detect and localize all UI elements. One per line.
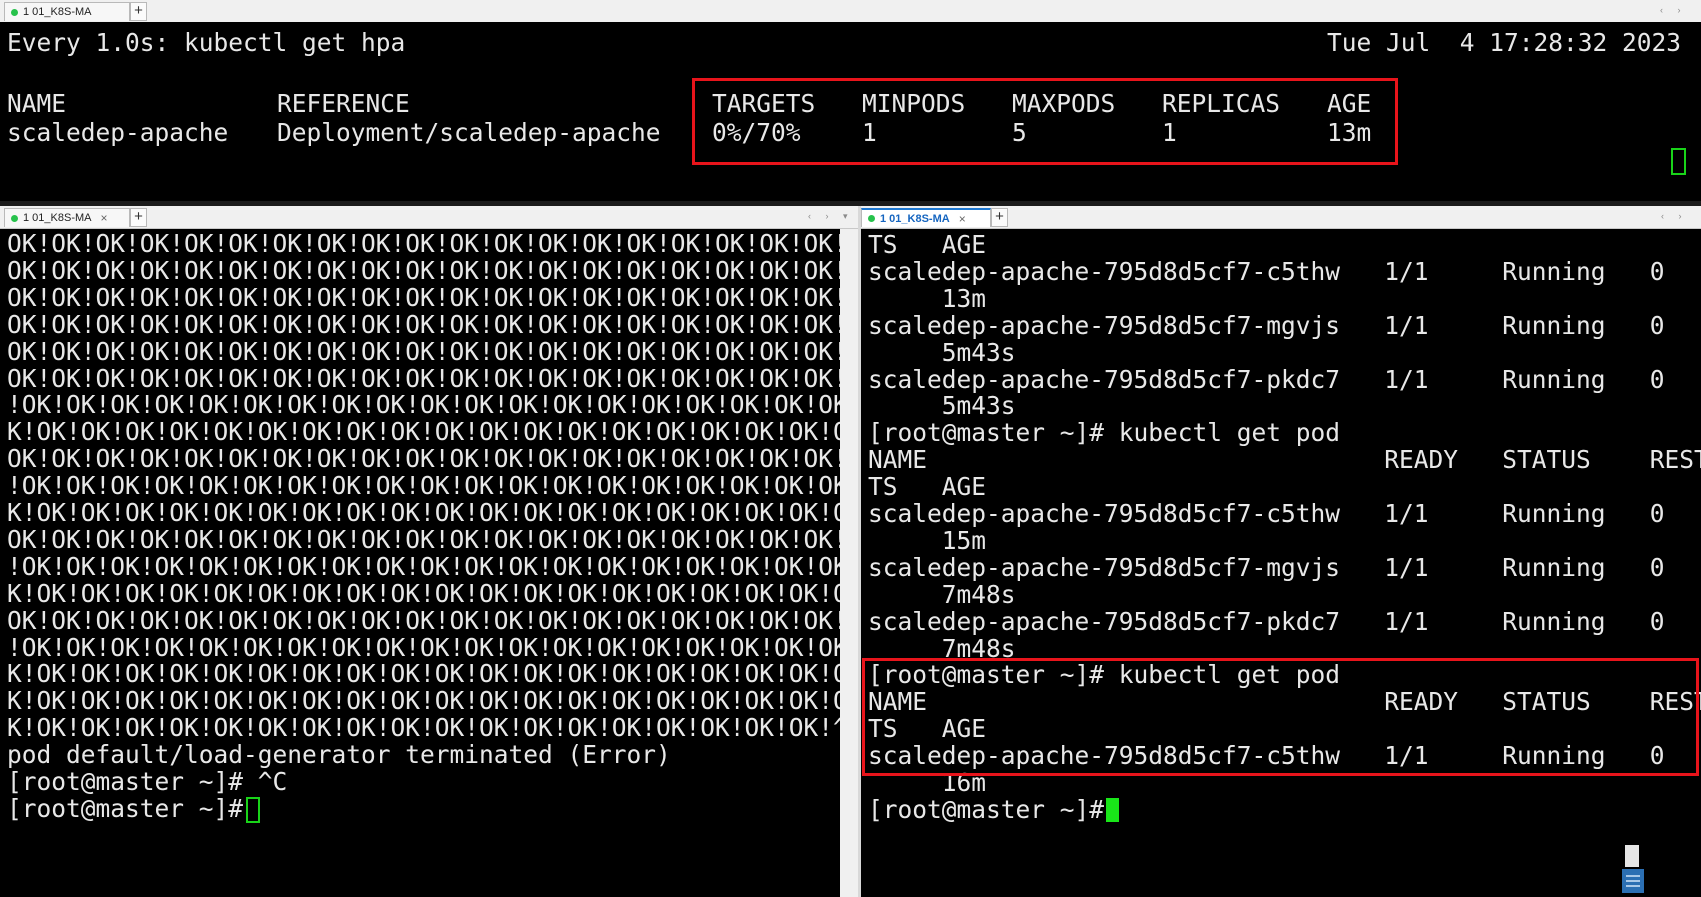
- terminal-line: NAME READY STATUS RESTAR: [868, 445, 1701, 475]
- terminal-line: K!OK!OK!OK!OK!OK!OK!OK!OK!OK!OK!OK!OK!OK…: [7, 417, 840, 447]
- notes-icon[interactable]: [1620, 845, 1646, 895]
- new-tab-plus-icon[interactable]: +: [991, 208, 1008, 227]
- scroll-tabs-icon[interactable]: ‹ ›: [1660, 5, 1687, 15]
- right-terminal[interactable]: TS AGE scaledep-apache-795d8d5cf7-c5thw 1…: [861, 229, 1701, 897]
- terminal-cursor: [246, 796, 260, 823]
- terminal-line: OK!OK!OK!OK!OK!OK!OK!OK!OK!OK!OK!OK!OK!O…: [7, 524, 840, 554]
- new-tab-plus-icon[interactable]: +: [130, 2, 147, 21]
- terminal-line: 13m: [868, 283, 987, 313]
- terminal-line: 5m43s: [868, 337, 1016, 367]
- terminal-line: K!OK!OK!OK!OK!OK!OK!OK!OK!OK!OK!OK!OK!OK…: [7, 713, 840, 743]
- terminal-line: !OK!OK!OK!OK!OK!OK!OK!OK!OK!OK!OK!OK!OK!…: [7, 390, 840, 420]
- terminal-cursor: [1671, 148, 1686, 175]
- terminal-line: K!OK!OK!OK!OK!OK!OK!OK!OK!OK!OK!OK!OK!OK…: [7, 686, 840, 716]
- terminal-line: 7m48s: [868, 579, 1016, 609]
- terminal-line: 5m43s: [868, 391, 1016, 421]
- left-terminal[interactable]: OK!OK!OK!OK!OK!OK!OK!OK!OK!OK!OK!OK!OK!O…: [0, 229, 840, 897]
- hpa-highlight-box: [692, 78, 1398, 165]
- terminal-line: OK!OK!OK!OK!OK!OK!OK!OK!OK!OK!OK!OK!OK!O…: [7, 229, 840, 258]
- terminal-line: scaledep-apache-795d8d5cf7-c5thw 1/1 Run…: [868, 256, 1665, 286]
- scroll-tabs-icon[interactable]: ‹ › ▾: [808, 211, 854, 222]
- terminal-line: !OK!OK!OK!OK!OK!OK!OK!OK!OK!OK!OK!OK!OK!…: [7, 632, 840, 662]
- tab-left-session[interactable]: 1 01_K8S-MA ×: [4, 208, 130, 227]
- terminal-line: K!OK!OK!OK!OK!OK!OK!OK!OK!OK!OK!OK!OK!OK…: [7, 659, 840, 689]
- top-tab-bar: 1 01_K8S-MA + ‹ ›: [0, 0, 1701, 23]
- terminal-line: K!OK!OK!OK!OK!OK!OK!OK!OK!OK!OK!OK!OK!OK…: [7, 498, 840, 527]
- terminal-line: pod default/load-generator terminated (E…: [7, 740, 671, 770]
- tab-status-dot-icon: [868, 215, 875, 222]
- terminal-line: OK!OK!OK!OK!OK!OK!OK!OK!OK!OK!OK!OK!OK!O…: [7, 282, 840, 312]
- terminal-line: scaledep-apache-795d8d5cf7-pkdc7 1/1 Run…: [868, 364, 1665, 394]
- terminal-line: scaledep-apache-795d8d5cf7-c5thw 1/1 Run…: [868, 499, 1665, 528]
- terminal-line: 15m: [868, 525, 987, 555]
- tab-right-session[interactable]: 1 01_K8S-MA ×: [861, 208, 991, 227]
- terminal-line: OK!OK!OK!OK!OK!OK!OK!OK!OK!OK!OK!OK!OK!O…: [7, 336, 840, 366]
- tab-top-session[interactable]: 1 01_K8S-MA: [4, 2, 130, 21]
- terminal-line: [root@master ~]# ^C: [7, 767, 288, 796]
- terminal-line: [root@master ~]#: [7, 793, 258, 823]
- new-tab-plus-icon[interactable]: +: [130, 208, 147, 227]
- tab-label: 1 01_K8S-MA: [23, 212, 92, 224]
- terminal-line: K!OK!OK!OK!OK!OK!OK!OK!OK!OK!OK!OK!OK!OK…: [7, 578, 840, 608]
- terminal-line: scaledep-apache-795d8d5cf7-pkdc7 1/1 Run…: [868, 606, 1665, 636]
- terminal-line: scaledep-apache-795d8d5cf7-mgvjs 1/1 Run…: [868, 552, 1665, 582]
- terminal-line: OK!OK!OK!OK!OK!OK!OK!OK!OK!OK!OK!OK!OK!O…: [7, 309, 840, 339]
- right-tab-bar: 1 01_K8S-MA × + ‹ ›: [861, 206, 1701, 229]
- terminal-line: [root@master ~]#: [868, 794, 1119, 824]
- terminal-line: !OK!OK!OK!OK!OK!OK!OK!OK!OK!OK!OK!OK!OK!…: [7, 471, 840, 501]
- tab-label: 1 01_K8S-MA: [23, 6, 92, 18]
- terminal-cursor: [1106, 797, 1119, 822]
- terminal-line: TS AGE: [868, 230, 987, 259]
- top-terminal[interactable]: Every 1.0s: kubectl get hpa Tue Jul 4 17…: [0, 22, 1701, 201]
- terminal-line: TS AGE: [868, 472, 987, 502]
- close-tab-icon[interactable]: ×: [100, 211, 107, 225]
- terminal-line: [root@master ~]# kubectl get pod: [868, 418, 1341, 448]
- left-terminal-scrollbar[interactable]: [840, 229, 858, 897]
- tab-status-dot-icon: [11, 8, 18, 16]
- terminal-line: !OK!OK!OK!OK!OK!OK!OK!OK!OK!OK!OK!OK!OK!…: [7, 551, 840, 581]
- col-name: NAME: [7, 89, 67, 118]
- tab-label: 1 01_K8S-MA: [880, 212, 950, 225]
- watch-timestamp: Tue Jul 4 17:28:32 2023: [1327, 28, 1682, 57]
- hpa-reference: Deployment/scaledep-apache: [277, 118, 661, 147]
- terminal-line: OK!OK!OK!OK!OK!OK!OK!OK!OK!OK!OK!OK!OK!O…: [7, 363, 840, 393]
- col-reference: REFERENCE: [277, 89, 410, 118]
- watch-header: Every 1.0s: kubectl get hpa: [7, 28, 406, 57]
- hpa-name: scaledep-apache: [7, 118, 229, 147]
- terminal-line: OK!OK!OK!OK!OK!OK!OK!OK!OK!OK!OK!OK!OK!O…: [7, 255, 840, 285]
- scroll-tabs-icon[interactable]: ‹ ›: [1661, 211, 1688, 221]
- terminal-line: scaledep-apache-795d8d5cf7-mgvjs 1/1 Run…: [868, 310, 1665, 340]
- pod-highlight-box: [862, 658, 1699, 777]
- left-tab-bar: 1 01_K8S-MA × + ‹ › ▾: [0, 206, 858, 229]
- terminal-line: OK!OK!OK!OK!OK!OK!OK!OK!OK!OK!OK!OK!OK!O…: [7, 605, 840, 635]
- terminal-line: OK!OK!OK!OK!OK!OK!OK!OK!OK!OK!OK!OK!OK!O…: [7, 444, 840, 474]
- tab-status-dot-icon: [11, 214, 18, 222]
- close-tab-icon[interactable]: ×: [959, 212, 966, 226]
